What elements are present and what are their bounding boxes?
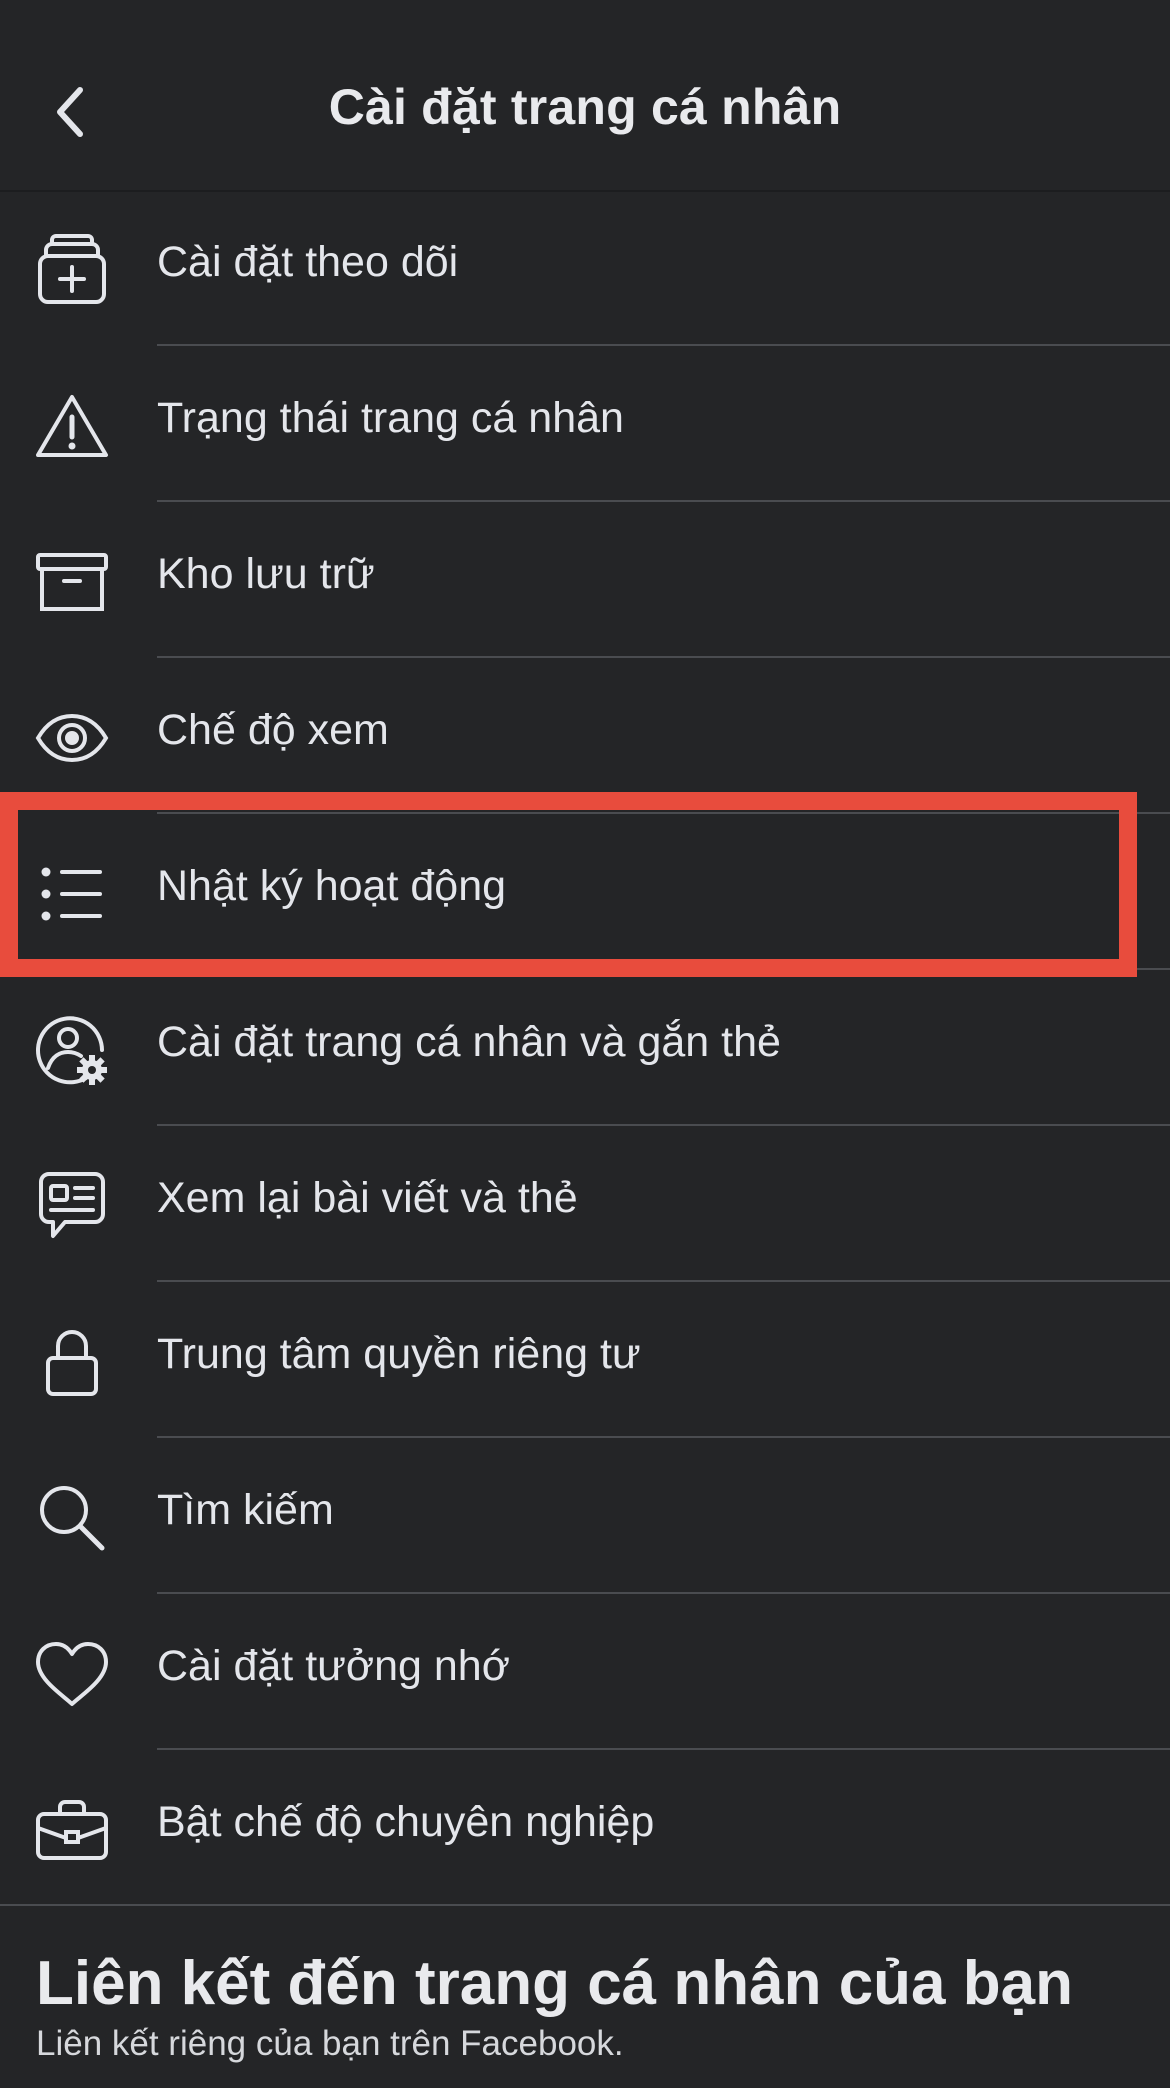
menu-item-label: Xem lại bài viết và thẻ: [157, 1174, 578, 1222]
menu-item-review-posts[interactable]: Xem lại bài viết và thẻ: [0, 1126, 1170, 1282]
menu-item-archive[interactable]: Kho lưu trữ: [0, 502, 1170, 658]
menu-item-follow-settings[interactable]: Cài đặt theo dõi: [0, 190, 1170, 346]
warning-icon: [32, 388, 112, 464]
menu-item-memorialization[interactable]: Cài đặt tưởng nhớ: [0, 1594, 1170, 1750]
user-gear-icon: [32, 1012, 112, 1088]
post-review-icon: [32, 1168, 112, 1244]
profile-link-title: Liên kết đến trang cá nhân của bạn: [36, 1949, 1073, 2018]
menu-item-label: Trạng thái trang cá nhân: [157, 394, 624, 442]
menu-item-label: Cài đặt theo dõi: [157, 238, 459, 286]
profile-link-subtitle: Liên kết riêng của bạn trên Facebook.: [36, 2024, 624, 2063]
search-icon: [32, 1480, 112, 1556]
menu-item-profile-tagging[interactable]: Cài đặt trang cá nhân và gắn thẻ: [0, 970, 1170, 1126]
menu-item-label: Cài đặt trang cá nhân và gắn thẻ: [157, 1018, 781, 1066]
lock-icon: [32, 1324, 112, 1400]
menu-item-profile-status[interactable]: Trạng thái trang cá nhân: [0, 346, 1170, 502]
follow-settings-icon: [32, 232, 112, 308]
header-bar: Cài đặt trang cá nhân: [0, 0, 1170, 192]
menu-item-label: Kho lưu trữ: [157, 550, 375, 598]
eye-icon: [32, 700, 112, 776]
briefcase-icon: [32, 1792, 112, 1868]
page-title: Cài đặt trang cá nhân: [328, 79, 842, 135]
menu-item-professional-mode[interactable]: Bật chế độ chuyên nghiệp: [0, 1750, 1170, 1906]
menu-item-label: Tìm kiếm: [157, 1486, 334, 1534]
menu-item-label: Cài đặt tưởng nhớ: [157, 1642, 510, 1690]
menu-item-label: Nhật ký hoạt động: [157, 862, 507, 910]
menu-item-view-as[interactable]: Chế độ xem: [0, 658, 1170, 814]
menu-item-activity-log[interactable]: Nhật ký hoạt động: [0, 814, 1170, 970]
list-icon: [32, 856, 112, 932]
menu-item-search[interactable]: Tìm kiếm: [0, 1438, 1170, 1594]
menu-item-label: Trung tâm quyền riêng tư: [157, 1330, 641, 1378]
menu-item-label: Chế độ xem: [157, 706, 389, 754]
menu-item-label: Bật chế độ chuyên nghiệp: [157, 1798, 655, 1846]
settings-menu: Cài đặt theo dõi Trạng thái trang cá nhâ…: [0, 190, 1170, 1906]
archive-icon: [32, 544, 112, 620]
section-divider: [0, 1904, 1170, 1906]
profile-link-section: Liên kết đến trang cá nhân của bạn: [36, 1948, 1073, 2019]
menu-item-privacy-center[interactable]: Trung tâm quyền riêng tư: [0, 1282, 1170, 1438]
heart-icon: [32, 1636, 112, 1712]
